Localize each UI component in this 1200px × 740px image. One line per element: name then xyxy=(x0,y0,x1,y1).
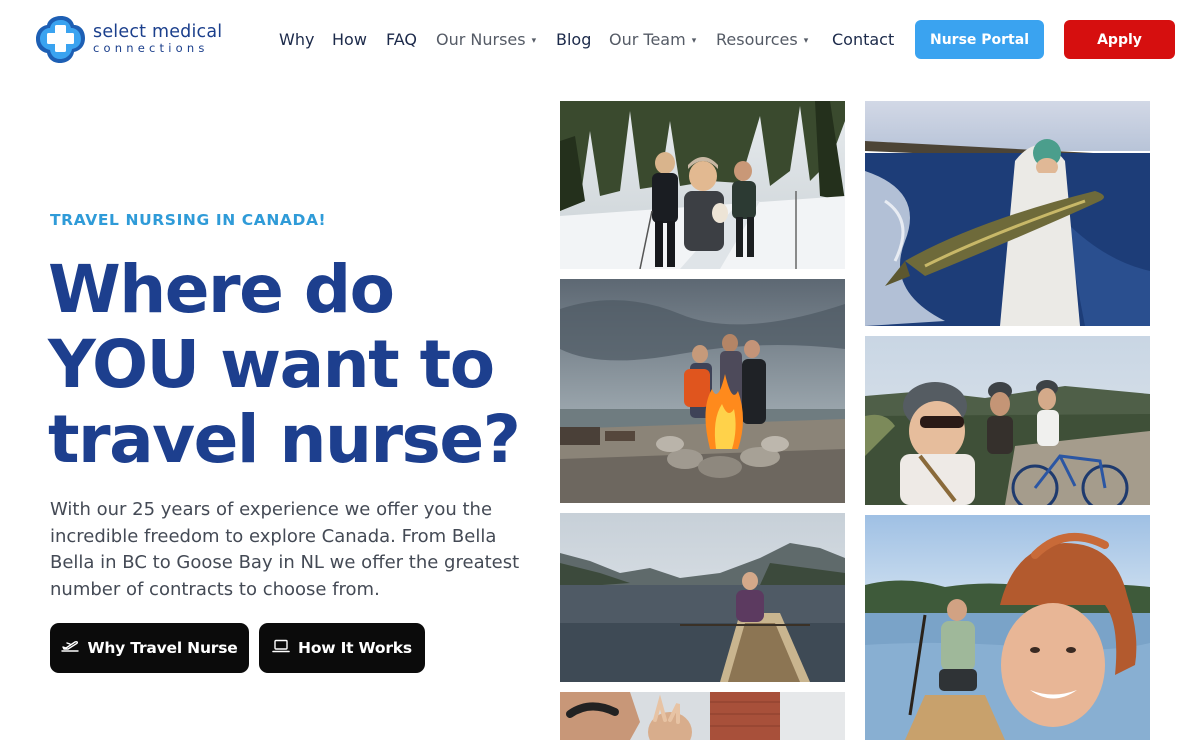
chevron-down-icon: ▾ xyxy=(803,36,809,46)
photo-lake-canoe xyxy=(560,513,845,682)
photo-ski-trail xyxy=(560,101,845,269)
chevron-down-icon: ▾ xyxy=(691,36,697,46)
why-travel-nurse-button[interactable]: Why Travel Nurse xyxy=(50,623,249,673)
nav-faq[interactable]: FAQ xyxy=(386,30,417,49)
apply-button[interactable]: Apply xyxy=(1064,20,1175,59)
photo-cycling-trail xyxy=(865,336,1150,505)
headline-line-3: travel nurse? xyxy=(48,401,521,478)
site-header: select medical connections Why How FAQ O… xyxy=(0,0,1200,80)
hero-description: With our 25 years of experience we offer… xyxy=(50,499,520,600)
headline-line-2: YOU want to xyxy=(48,326,495,403)
nav-resources[interactable]: Resources ▾ xyxy=(716,30,808,49)
nav-our-nurses[interactable]: Our Nurses ▾ xyxy=(436,30,536,49)
nav-blog[interactable]: Blog xyxy=(556,30,591,49)
how-it-works-label: How It Works xyxy=(298,639,412,657)
laptop-icon xyxy=(272,639,298,657)
nav-contact[interactable]: Contact xyxy=(832,30,894,49)
photo-ice-fishing-pike xyxy=(865,101,1150,326)
hero-headline: Where do YOU want to travel nurse? xyxy=(48,252,548,477)
how-it-works-button[interactable]: How It Works xyxy=(259,623,425,673)
nav-our-team[interactable]: Our Team ▾ xyxy=(609,30,696,49)
photo-beach-bonfire xyxy=(560,279,845,503)
photo-river-canoe-selfie xyxy=(865,515,1150,740)
hero-eyebrow: TRAVEL NURSING IN CANADA! xyxy=(50,211,327,229)
why-travel-nurse-label: Why Travel Nurse xyxy=(87,639,238,657)
chevron-down-icon: ▾ xyxy=(531,36,537,46)
headline-line-1: Where do xyxy=(48,251,395,328)
plane-icon xyxy=(61,639,87,657)
nav-why[interactable]: Why xyxy=(279,30,314,49)
nurse-portal-button[interactable]: Nurse Portal xyxy=(915,20,1044,59)
nav-how[interactable]: How xyxy=(332,30,367,49)
photo-brick-building-selfie xyxy=(560,692,845,740)
